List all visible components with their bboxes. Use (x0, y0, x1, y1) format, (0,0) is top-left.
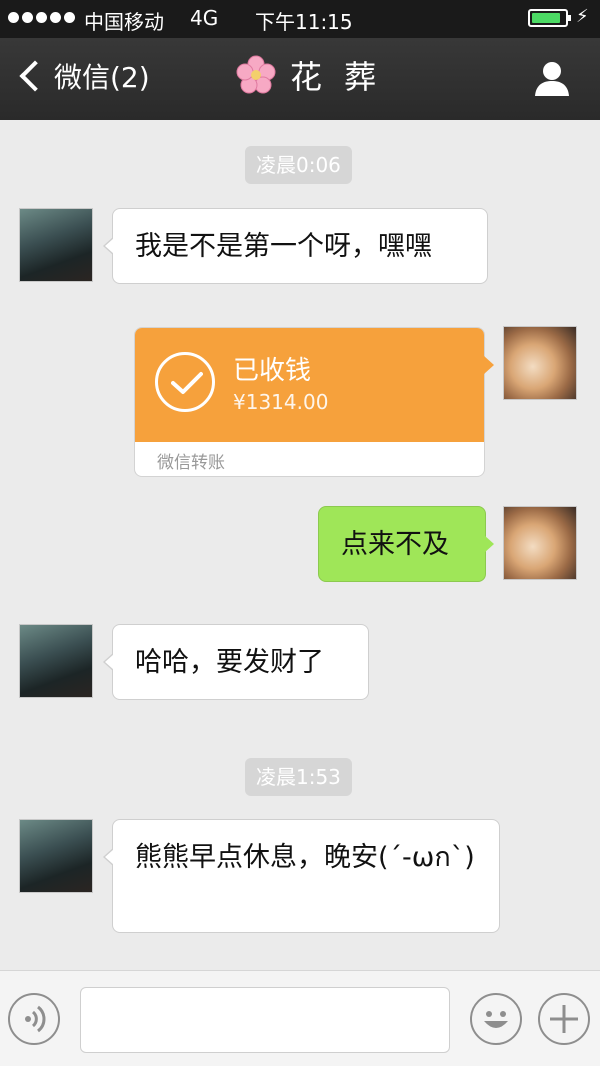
clock: 下午11:15 (255, 10, 353, 34)
message-bubble[interactable]: 我是不是第一个呀，嘿嘿 (103, 208, 488, 284)
chat-title: 花 葬 (236, 52, 382, 98)
avatar[interactable] (503, 326, 577, 400)
message-text: 哈哈，要发财了 (135, 647, 324, 678)
message-text: 熊熊早点休息，晚安(´-ωก`) (135, 842, 475, 873)
transfer-amount: ¥1314.00 (233, 390, 329, 414)
avatar[interactable] (503, 506, 577, 580)
avatar[interactable] (19, 624, 93, 698)
chat-title-text: 花 葬 (290, 58, 383, 96)
message-bubble[interactable]: 点来不及 (318, 506, 494, 582)
back-label: 微信(2) (54, 61, 150, 94)
message-bubble[interactable]: 熊熊早点休息，晚安(´-ωก`) (103, 819, 500, 933)
emoji-icon[interactable] (470, 993, 522, 1045)
avatar[interactable] (19, 208, 93, 282)
transfer-footer: 微信转账 (157, 453, 225, 473)
plus-icon[interactable] (538, 993, 590, 1045)
chat-header: 微信(2) 花 葬 (0, 38, 600, 120)
status-bar: 中国移动 4G 下午11:15 ⚡ (0, 0, 600, 38)
battery-icon (528, 9, 571, 27)
transfer-status: 已收钱 (233, 356, 312, 386)
lightning-icon: ⚡ (576, 6, 589, 27)
checkmark-icon (155, 352, 215, 412)
input-bar (0, 970, 600, 1066)
message-bubble[interactable]: 哈哈，要发财了 (103, 624, 369, 700)
transfer-card-header: 已收钱 ¥1314.00 (135, 328, 484, 442)
message-text: 我是不是第一个呀，嘿嘿 (135, 231, 432, 262)
carrier-name: 中国移动 (84, 10, 164, 34)
network-type: 4G (190, 6, 219, 30)
timestamp: 凌晨0:06 (245, 146, 352, 184)
chevron-left-icon (19, 60, 51, 92)
back-button[interactable]: 微信(2) (18, 56, 150, 96)
cherry-blossom-icon (236, 55, 276, 94)
voice-icon[interactable] (8, 993, 60, 1045)
message-input[interactable] (80, 987, 450, 1053)
message-text: 点来不及 (341, 529, 449, 560)
transfer-card[interactable]: 已收钱 ¥1314.00 微信转账 (134, 327, 494, 477)
timestamp: 凌晨1:53 (245, 758, 352, 796)
person-icon[interactable] (532, 58, 572, 98)
signal-strength-icon (8, 12, 75, 23)
avatar[interactable] (19, 819, 93, 893)
